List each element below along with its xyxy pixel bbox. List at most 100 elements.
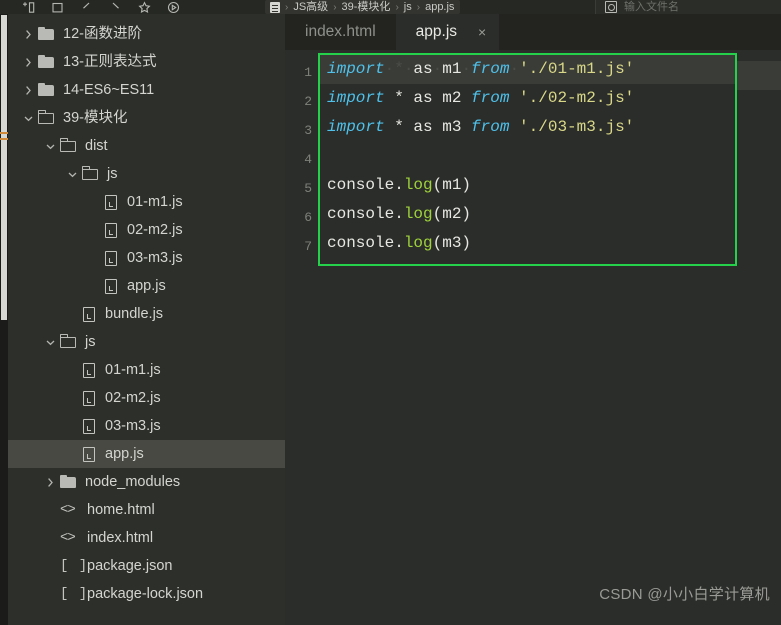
- code-line[interactable]: console.log(m1): [320, 171, 735, 200]
- tree-item-app-js[interactable]: app.js: [8, 272, 285, 300]
- left-scrollbar-thumb[interactable]: [1, 15, 7, 320]
- tree-item-12[interactable]: 12-函数进阶: [8, 20, 285, 48]
- code-token: import: [327, 89, 385, 107]
- breadcrumb-item-0[interactable]: JS高级: [293, 1, 328, 14]
- tree-item-39[interactable]: 39-模块化: [8, 104, 285, 132]
- tree-item-label: js: [107, 166, 118, 182]
- tree-item-02-m2-js[interactable]: 02-m2.js: [8, 216, 285, 244]
- tree-item-home-html[interactable]: <> home.html: [8, 496, 285, 524]
- scrollbar-marker: [0, 132, 8, 134]
- js-file-icon: [82, 446, 97, 463]
- file-search-box[interactable]: 输入文件名: [595, 0, 781, 14]
- close-icon[interactable]: ×: [475, 25, 489, 39]
- chevron-down-icon[interactable]: [66, 168, 79, 181]
- chevron-right-icon[interactable]: [22, 84, 35, 97]
- js-file-icon: [104, 222, 119, 239]
- tree-item-app-js[interactable]: app.js: [8, 440, 285, 468]
- tree-item-03-m3-js[interactable]: 03-m3.js: [8, 244, 285, 272]
- code-token: (m3): [432, 234, 472, 252]
- code-area[interactable]: 1234567 import·*·as·m1·from·'./01-m1.js'…: [285, 50, 781, 625]
- star-favorite-icon[interactable]: [138, 0, 151, 14]
- code-token: './03-m3.js': [519, 118, 635, 136]
- left-scrollbar[interactable]: [0, 14, 8, 625]
- js-file-icon: [82, 418, 97, 435]
- folder-icon: [38, 82, 55, 98]
- tree-item-js[interactable]: js: [8, 328, 285, 356]
- tree-item-label: 02-m2.js: [127, 222, 183, 238]
- tree-item-01-m1-js[interactable]: 01-m1.js: [8, 188, 285, 216]
- breadcrumb[interactable]: › JS高级 › 39-模块化 › js › app.js: [265, 0, 461, 14]
- chevron-right-icon[interactable]: [22, 28, 35, 41]
- js-file-icon: [82, 306, 97, 323]
- back-arrow-icon[interactable]: [80, 1, 93, 14]
- line-number: 3: [304, 123, 312, 138]
- new-tab-icon[interactable]: [22, 1, 35, 14]
- code-line[interactable]: console.log(m2): [320, 200, 735, 229]
- chevron-right-icon[interactable]: [22, 56, 35, 69]
- tree-item-index-html[interactable]: <> index.html: [8, 524, 285, 552]
- tree-item-label: dist: [85, 138, 108, 154]
- code-line[interactable]: console.log(m3): [320, 229, 735, 258]
- js-file-icon: [104, 250, 119, 267]
- tree-item-bundle-js[interactable]: bundle.js: [8, 300, 285, 328]
- tab-strip-filler: [499, 14, 781, 50]
- tree-item-label: node_modules: [85, 474, 181, 490]
- tree-item-13[interactable]: 13-正则表达式: [8, 48, 285, 76]
- code-token: (m1): [432, 176, 472, 194]
- breadcrumb-item-2[interactable]: js: [404, 1, 412, 14]
- code-highlight-box[interactable]: import·*·as·m1·from·'./01-m1.js' import *…: [318, 53, 737, 266]
- tree-item-package-json[interactable]: [ ] package.json: [8, 552, 285, 580]
- folder-icon: [38, 26, 55, 42]
- tree-item-label: 03-m3.js: [127, 250, 183, 266]
- breadcrumb-item-1[interactable]: 39-模块化: [342, 1, 391, 14]
- tab-label: app.js: [415, 23, 458, 40]
- file-tree[interactable]: 12-函数进阶 13-正则表达式 14-ES6~ES11 39-模块化 dist js 01…: [8, 14, 285, 608]
- tab-label: index.html: [305, 23, 376, 40]
- tree-item-js[interactable]: js: [8, 160, 285, 188]
- tree-item-dist[interactable]: dist: [8, 132, 285, 160]
- tree-item-label: bundle.js: [105, 306, 164, 322]
- play-circle-icon[interactable]: [167, 1, 180, 14]
- folder-open-icon: [60, 138, 77, 154]
- breadcrumb-document-icon: [270, 1, 280, 13]
- tree-item-label: js: [85, 334, 96, 350]
- code-line[interactable]: import * as m2 from './02-m2.js': [320, 84, 735, 113]
- stop-square-icon[interactable]: [51, 1, 64, 14]
- code-line[interactable]: import·*·as·m1·from·'./01-m1.js': [320, 55, 735, 84]
- file-explorer-sidebar[interactable]: 12-函数进阶 13-正则表达式 14-ES6~ES11 39-模块化 dist js 01…: [8, 14, 285, 625]
- code-token: log: [403, 176, 433, 194]
- code-token: ·: [461, 60, 472, 78]
- code-line[interactable]: [320, 142, 735, 171]
- forward-arrow-icon[interactable]: [109, 1, 122, 14]
- tab-index-html[interactable]: index.html: [285, 14, 396, 50]
- tree-item-14-es6-es11[interactable]: 14-ES6~ES11: [8, 76, 285, 104]
- editor-pane: index.html app.js × 1234567 import·*·as·…: [285, 14, 781, 625]
- code-token: ·*·: [384, 60, 414, 78]
- chevron-down-icon[interactable]: [44, 336, 57, 349]
- tab-app-js[interactable]: app.js ×: [395, 14, 500, 50]
- code-token: import: [327, 118, 385, 136]
- chevron-down-icon[interactable]: [22, 112, 35, 125]
- tree-item-label: 02-m2.js: [105, 390, 161, 406]
- tree-item-01-m1-js[interactable]: 01-m1.js: [8, 356, 285, 384]
- tree-item-02-m2-js[interactable]: 02-m2.js: [8, 384, 285, 412]
- chevron-right-icon[interactable]: [44, 476, 57, 489]
- code-token: from: [471, 60, 510, 78]
- code-token: console.: [327, 176, 404, 194]
- tree-item-node-modules[interactable]: node_modules: [8, 468, 285, 496]
- code-token: m1: [442, 60, 462, 78]
- code-token: log: [403, 234, 433, 252]
- tree-item-label: 03-m3.js: [105, 418, 161, 434]
- tree-item-label: 01-m1.js: [127, 194, 183, 210]
- code-line[interactable]: import * as m3 from './03-m3.js': [320, 113, 735, 142]
- js-file-icon: [82, 390, 97, 407]
- breadcrumb-item-3[interactable]: app.js: [425, 1, 454, 14]
- search-input[interactable]: 输入文件名: [624, 1, 679, 14]
- breadcrumb-separator: ›: [395, 1, 399, 13]
- editor-tab-strip[interactable]: index.html app.js ×: [285, 14, 781, 50]
- tree-item-03-m3-js[interactable]: 03-m3.js: [8, 412, 285, 440]
- tree-item-package-lock-json[interactable]: [ ] package-lock.json: [8, 580, 285, 608]
- folder-icon: [60, 474, 77, 490]
- chevron-down-icon[interactable]: [44, 140, 57, 153]
